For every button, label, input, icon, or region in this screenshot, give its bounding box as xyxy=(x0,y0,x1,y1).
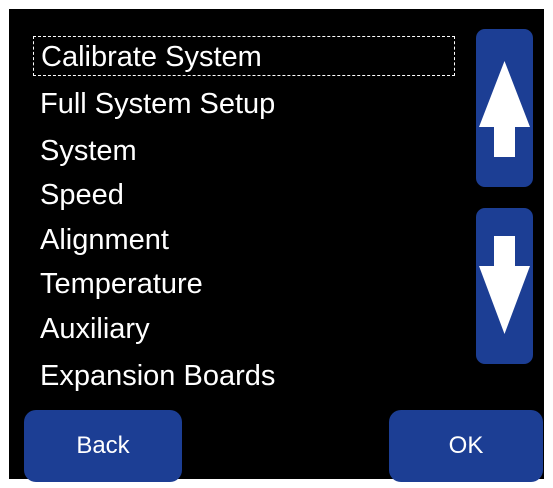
menu-item-full-system-setup[interactable]: Full System Setup xyxy=(40,84,275,124)
scroll-up-button[interactable] xyxy=(476,29,533,187)
arrow-up-icon xyxy=(479,61,530,157)
menu-item-system[interactable]: System xyxy=(40,131,137,171)
menu-item-speed[interactable]: Speed xyxy=(40,175,124,215)
back-button[interactable]: Back xyxy=(24,410,182,482)
arrow-down-icon xyxy=(479,236,530,334)
scroll-down-button[interactable] xyxy=(476,208,533,364)
menu-item-expansion-boards[interactable]: Expansion Boards xyxy=(40,356,275,396)
menu-item-calibrate-system[interactable]: Calibrate System xyxy=(33,36,455,76)
menu-screen: Calibrate System Full System Setup Syste… xyxy=(9,9,544,482)
menu-item-alignment[interactable]: Alignment xyxy=(40,220,169,260)
ok-button[interactable]: OK xyxy=(389,410,543,482)
menu-item-temperature[interactable]: Temperature xyxy=(40,264,203,304)
menu-item-auxiliary[interactable]: Auxiliary xyxy=(40,309,150,349)
